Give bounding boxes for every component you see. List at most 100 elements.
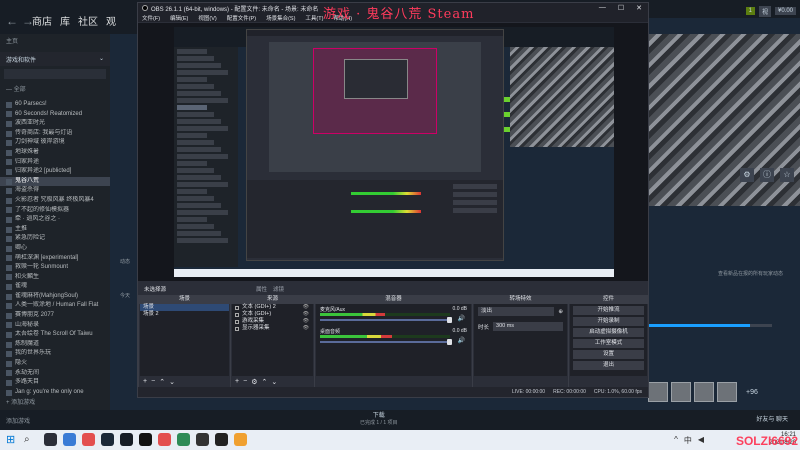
filters-button[interactable]: 滤镜 xyxy=(273,285,284,293)
game-list-item[interactable]: 刀剑神域 彼岸游境 xyxy=(0,138,110,148)
game-list-item[interactable]: 波西亚时光 xyxy=(0,119,110,129)
add-game-link[interactable]: + 添加游戏 xyxy=(6,397,35,406)
notification-badge[interactable]: 1 xyxy=(745,7,755,15)
game-list-item[interactable]: 多路天目 xyxy=(0,378,110,388)
add-transition-icon[interactable]: ⊕ xyxy=(558,309,563,315)
game-list-item[interactable]: 火影忍者 究极风暴 终极风暴4 xyxy=(0,196,110,206)
wallet-balance[interactable]: ¥0.00 xyxy=(774,7,796,15)
game-list-item[interactable]: 永劫无间 xyxy=(0,369,110,379)
taskbar-app-icon[interactable] xyxy=(196,433,209,446)
game-list-item[interactable]: 海盗杀得 xyxy=(0,186,110,196)
move-up-icon[interactable]: ⌃ xyxy=(159,378,165,386)
taskbar-app-icon[interactable] xyxy=(101,433,114,446)
sidebar-all-header[interactable]: — 全部 xyxy=(0,82,110,94)
duration-input[interactable]: 300 ms xyxy=(493,322,563,331)
control-button[interactable]: 设置 xyxy=(573,350,644,359)
star-icon[interactable]: ☆ xyxy=(780,168,794,182)
taskbar-app-icon[interactable] xyxy=(139,433,152,446)
game-list-item[interactable]: 传奇商店: 我最与灯语 xyxy=(0,129,110,139)
game-list-item[interactable]: 山海秘录 xyxy=(0,321,110,331)
tray-icon[interactable]: 中 xyxy=(684,435,692,446)
source-item[interactable]: 文本 (GDI+) 2 👁 xyxy=(232,304,313,311)
volume-knob[interactable] xyxy=(447,317,452,323)
taskbar-app-icon[interactable] xyxy=(82,433,95,446)
menu-item[interactable]: 视图(V) xyxy=(198,14,216,22)
activity-notice[interactable]: 查看新品在报的所有玩家动态 xyxy=(718,270,783,277)
achievement-icon[interactable] xyxy=(694,382,714,402)
achievement-icon[interactable] xyxy=(648,382,668,402)
game-list-item[interactable]: 太吾绘卷 The Scroll Of Taiwu xyxy=(0,330,110,340)
scene-item[interactable]: 场景 xyxy=(140,304,229,311)
volume-slider[interactable] xyxy=(320,339,452,345)
mute-speaker-icon[interactable]: 🔊 xyxy=(458,315,465,322)
game-list-item[interactable]: 60 Seconds! Reatomized xyxy=(0,110,110,120)
game-list-item[interactable]: 归家异途 xyxy=(0,158,110,168)
move-down-icon[interactable]: ⌄ xyxy=(169,378,175,386)
menu-item[interactable]: 场景集合(S) xyxy=(266,14,295,22)
achievement-icon[interactable] xyxy=(717,382,737,402)
achievement-icon[interactable] xyxy=(671,382,691,402)
volume-knob[interactable] xyxy=(447,339,452,345)
visibility-eye-icon[interactable]: 👁 xyxy=(303,311,309,318)
volume-slider[interactable] xyxy=(320,317,452,323)
window-button[interactable]: ✕ xyxy=(636,4,642,12)
gear-icon[interactable]: ⚙ xyxy=(251,378,257,386)
view-chip[interactable]: 视 xyxy=(758,5,771,17)
downloads[interactable]: 下载 已完成 1 / 1 项目 xyxy=(360,413,398,427)
game-list-item[interactable]: 雀魂麻将(MahjongSoul) xyxy=(0,292,110,302)
tray-icon[interactable]: ^ xyxy=(674,435,678,446)
visibility-eye-icon[interactable]: 👁 xyxy=(303,318,309,325)
remove-icon[interactable]: − xyxy=(151,378,155,385)
nav-library[interactable]: 库 xyxy=(60,13,70,28)
game-list-item[interactable]: 主推 xyxy=(0,225,110,235)
friends-chat-button[interactable]: 好友与 聊天 xyxy=(756,414,788,423)
properties-button[interactable]: 属性 xyxy=(256,285,267,293)
game-list-item[interactable]: 牵 · 逍风之谷之 · xyxy=(0,215,110,225)
tray-icon[interactable]: ◀ xyxy=(698,435,704,446)
menu-item[interactable]: 编辑(E) xyxy=(170,14,188,22)
game-list-item[interactable]: 地球殊暑 xyxy=(0,148,110,158)
window-button[interactable]: ☐ xyxy=(618,4,624,12)
menu-item[interactable]: 文件(F) xyxy=(142,14,160,22)
transition-select[interactable]: 淡出 xyxy=(478,307,555,316)
taskbar-app-icon[interactable] xyxy=(234,433,247,446)
control-button[interactable]: 开始录制 xyxy=(573,317,644,326)
mute-speaker-icon[interactable]: 🔊 xyxy=(458,337,465,344)
more-achievements[interactable]: +96 xyxy=(746,389,758,396)
game-list-item[interactable]: 炼制魔道 xyxy=(0,340,110,350)
taskbar-app-icon[interactable] xyxy=(158,433,171,446)
visibility-eye-icon[interactable]: 👁 xyxy=(303,304,309,311)
source-item[interactable]: 文本 (GDI+) 👁 xyxy=(232,311,313,318)
game-list-item[interactable]: Jan g: you're the only one xyxy=(0,388,110,398)
remove-icon[interactable]: − xyxy=(243,378,247,385)
menu-item[interactable]: 工具(T) xyxy=(305,14,323,22)
window-button[interactable]: — xyxy=(599,4,606,12)
library-filter[interactable]: 游戏和软件 ⌄ xyxy=(0,52,110,66)
sidebar-home[interactable]: 主页 xyxy=(0,34,110,46)
game-list-item[interactable]: 雀魂 xyxy=(0,282,110,292)
library-search-input[interactable] xyxy=(4,69,106,79)
taskbar-app-icon[interactable] xyxy=(63,433,76,446)
game-list-item[interactable]: 归家异途2 [publicted] xyxy=(0,167,110,177)
game-list-item[interactable]: 卿心 xyxy=(0,244,110,254)
windows-start-icon[interactable]: ⊞ xyxy=(6,434,18,446)
add-icon[interactable]: + xyxy=(235,378,239,385)
game-list-item[interactable]: 救赎一轮 Sunmount xyxy=(0,263,110,273)
game-list-item[interactable]: 隐火 xyxy=(0,359,110,369)
bottom-add-game[interactable]: 添加游戏 xyxy=(6,416,30,425)
control-button[interactable]: 启动虚拟摄像机 xyxy=(573,328,644,337)
nav-extra[interactable]: 观 xyxy=(106,13,116,28)
visibility-eye-icon[interactable]: 👁 xyxy=(303,325,309,332)
game-list-item[interactable]: 我的世界乐玩 xyxy=(0,349,110,359)
control-button[interactable]: 退出 xyxy=(573,361,644,370)
obs-preview[interactable] xyxy=(138,23,648,281)
search-icon[interactable]: ⌕ xyxy=(24,433,38,447)
menu-item[interactable]: 配置文件(P) xyxy=(227,14,256,22)
game-list-item[interactable]: 和火麟生 xyxy=(0,273,110,283)
source-item[interactable]: 显示器采集 👁 xyxy=(232,325,313,332)
game-list-item[interactable]: 萌杠深渊 [experimental] xyxy=(0,254,110,264)
control-button[interactable]: 工作室模式 xyxy=(573,339,644,348)
game-list-item[interactable]: 人类一败涂地 / Human Fall Flat xyxy=(0,301,110,311)
scene-item[interactable]: 场景 2 xyxy=(140,311,229,318)
game-list-item[interactable]: 紧急历险记 xyxy=(0,234,110,244)
